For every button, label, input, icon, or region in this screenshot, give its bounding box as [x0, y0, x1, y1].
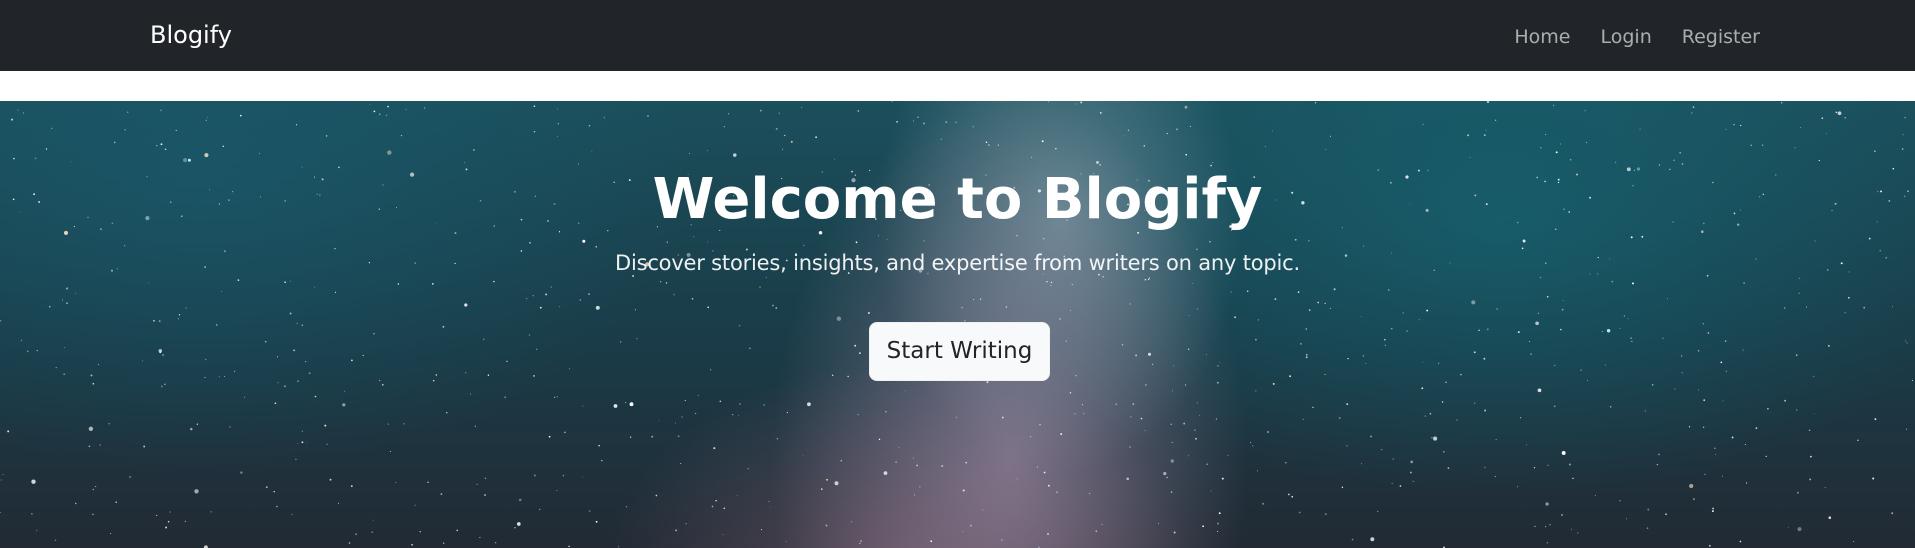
hero-section: Welcome to Blogify Discover stories, ins…: [0, 101, 1915, 548]
page-spacer: [0, 71, 1915, 101]
nav-link-register[interactable]: Register: [1682, 24, 1760, 50]
hero-subtitle: Discover stories, insights, and expertis…: [614, 251, 1300, 275]
nav-link-login[interactable]: Login: [1601, 24, 1652, 50]
hero-title: Welcome to Blogify: [652, 167, 1263, 232]
brand-link[interactable]: Blogify: [150, 20, 232, 50]
nav-links: Home Login Register: [1514, 24, 1760, 50]
nav-link-home[interactable]: Home: [1514, 24, 1570, 50]
navbar: Blogify Home Login Register: [0, 0, 1915, 71]
start-writing-button[interactable]: Start Writing: [869, 322, 1050, 381]
